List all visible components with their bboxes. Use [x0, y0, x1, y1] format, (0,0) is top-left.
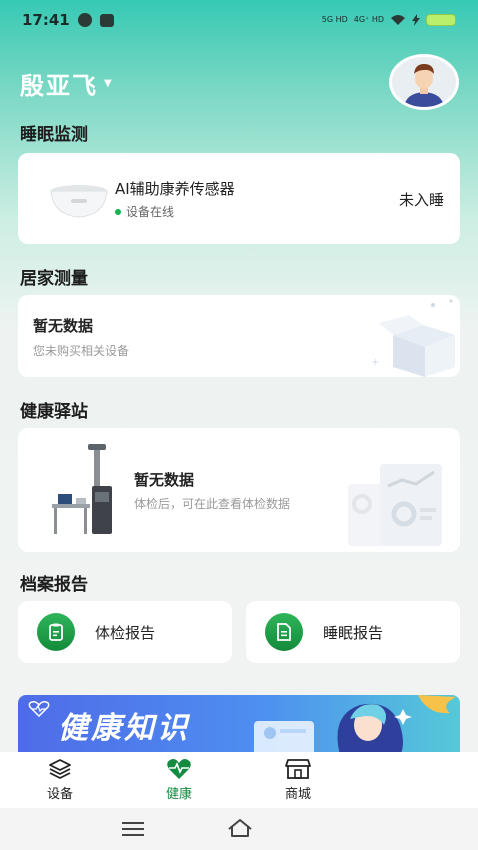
- report-illustration: [348, 464, 442, 546]
- notification-icon: [77, 13, 92, 27]
- layers-icon: [49, 759, 71, 779]
- online-dot-icon: [115, 208, 121, 215]
- heart-pulse-icon: [28, 701, 50, 717]
- status-bar: 17:41 5G HD 4G⁺ HD: [0, 0, 478, 40]
- heart-pulse-icon: [167, 759, 191, 779]
- menu-icon[interactable]: [122, 821, 144, 837]
- station-empty-title: 暂无数据: [134, 471, 195, 489]
- health-station-card[interactable]: 暂无数据 体检后，可在此查看体检数据: [18, 428, 460, 552]
- person-avatar-icon: [392, 57, 456, 107]
- app-notification-icon: [99, 13, 114, 27]
- system-nav-bar: [0, 808, 478, 850]
- home-empty-title: 暂无数据: [33, 317, 94, 335]
- tab-shop-label: 商城: [284, 787, 311, 802]
- station-section-title: 健康驿站: [20, 402, 88, 422]
- clipboard-icon: [37, 613, 75, 651]
- tab-health[interactable]: 健康: [149, 758, 209, 802]
- battery-icon: [426, 14, 456, 26]
- home-icon[interactable]: [227, 817, 253, 839]
- user-name: 殷亚飞: [20, 72, 98, 100]
- tab-shop[interactable]: 商城: [268, 758, 328, 802]
- home-empty-sub: 您未购买相关设备: [33, 344, 130, 358]
- status-left: 17:41: [22, 11, 114, 29]
- status-time: 17:41: [22, 11, 70, 29]
- device-status: 设备在线: [115, 203, 174, 220]
- tab-health-label: 健康: [165, 787, 192, 802]
- device-name: AI辅助康养传感器: [115, 180, 235, 198]
- document-icon: [265, 613, 303, 651]
- home-measure-card[interactable]: 暂无数据 您未购买相关设备 +: [18, 295, 460, 377]
- empty-box-illustration: +: [371, 299, 455, 377]
- header: 殷亚飞 ▼: [0, 48, 478, 116]
- sleep-report-button[interactable]: 睡眠报告: [246, 601, 460, 663]
- station-empty-sub: 体检后，可在此查看体检数据: [134, 497, 291, 511]
- tab-devices-label: 设备: [46, 787, 73, 802]
- wifi-icon: [391, 15, 405, 25]
- health-kiosk-image: [52, 444, 112, 534]
- report-section-title: 档案报告: [20, 575, 88, 595]
- signal-1-label: 5G HD: [321, 15, 348, 24]
- health-knowledge-banner[interactable]: 健康知识: [18, 695, 460, 755]
- status-right: 5G HD 4G⁺ HD: [322, 14, 456, 26]
- signal-2-label: 4G⁺ HD: [353, 15, 384, 24]
- checkup-report-button[interactable]: 体检报告: [18, 601, 232, 663]
- sleep-state: 未入睡: [398, 191, 444, 209]
- sensor-device-image: [50, 185, 108, 218]
- sleep-section-title: 睡眠监测: [20, 125, 88, 145]
- caret-down-icon: ▼: [104, 78, 114, 89]
- user-switcher[interactable]: 殷亚飞 ▼: [20, 66, 114, 101]
- avatar[interactable]: [389, 54, 459, 110]
- banner-illustration: [254, 695, 456, 755]
- svg-text:+: +: [371, 357, 379, 368]
- sleep-device-card[interactable]: AI辅助康养传感器 设备在线 未入睡: [18, 153, 460, 244]
- shop-icon: [285, 759, 311, 779]
- device-status-label: 设备在线: [126, 205, 175, 219]
- checkup-report-label: 体检报告: [95, 623, 156, 642]
- banner-title: 健康知识: [58, 711, 190, 746]
- bottom-tabbar: 设备 健康 商城: [0, 752, 478, 808]
- tab-devices[interactable]: 设备: [30, 758, 90, 802]
- home-section-title: 居家测量: [20, 269, 88, 289]
- charging-icon: [412, 14, 420, 26]
- sleep-report-label: 睡眠报告: [323, 623, 384, 642]
